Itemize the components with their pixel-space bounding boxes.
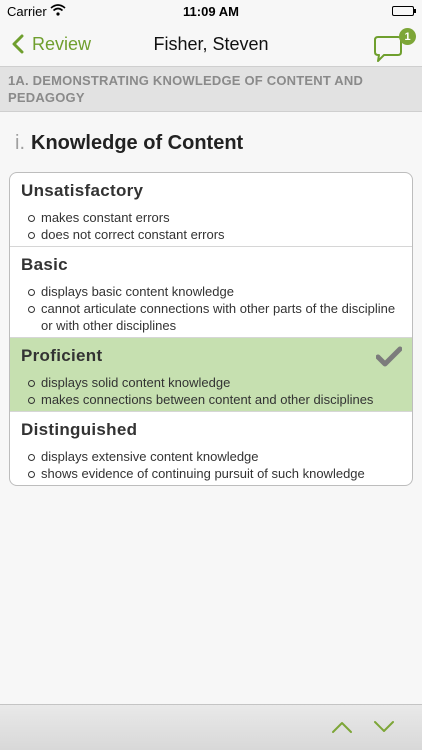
level-bullet: displays solid content knowledge (26, 374, 396, 391)
page-title: Fisher, Steven (153, 34, 269, 54)
level-title: Basic (21, 255, 68, 274)
comments-button[interactable]: 1 (372, 28, 418, 62)
level-bullet: makes constant errors (26, 209, 396, 226)
status-time: 11:09 AM (183, 4, 239, 19)
battery-icon (392, 6, 416, 16)
rating-levels-card: Unsatisfactory makes constant errors doe… (9, 172, 413, 486)
level-distinguished[interactable]: Distinguished displays extensive content… (10, 412, 412, 485)
section-title: DEMONSTRATING KNOWLEDGE OF CONTENT AND P… (8, 73, 364, 105)
criterion-heading: i. Knowledge of Content (15, 132, 243, 155)
level-unsatisfactory[interactable]: Unsatisfactory makes constant errors doe… (10, 173, 412, 247)
level-title: Proficient (21, 346, 103, 365)
status-bar: Carrier 11:09 AM (0, 0, 422, 22)
criterion-title: Knowledge of Content (31, 132, 244, 154)
checkmark-icon (376, 346, 402, 367)
level-bullet: cannot articulate connections with other… (26, 300, 396, 334)
navigation-bar: Review Fisher, Steven 1 (0, 22, 422, 66)
level-basic[interactable]: Basic displays basic content knowledge c… (10, 247, 412, 338)
chevron-down-icon[interactable] (373, 719, 395, 735)
level-title: Distinguished (21, 420, 138, 439)
criterion-number: i. (15, 132, 25, 154)
level-bullet: shows evidence of continuing pursuit of … (26, 465, 396, 482)
chevron-up-icon[interactable] (331, 719, 353, 735)
section-header: 1A. DEMONSTRATING KNOWLEDGE OF CONTENT A… (0, 66, 422, 112)
bottom-toolbar (0, 704, 422, 750)
level-bullet: makes connections between content and ot… (26, 391, 396, 408)
level-title: Unsatisfactory (21, 181, 144, 200)
level-bullet: displays extensive content knowledge (26, 448, 396, 465)
section-code: 1A. (8, 73, 29, 88)
level-bullet: displays basic content knowledge (26, 283, 396, 300)
comment-count-badge: 1 (399, 28, 416, 45)
level-bullet: does not correct constant errors (26, 226, 396, 243)
level-proficient[interactable]: Proficient displays solid content knowle… (10, 338, 412, 412)
